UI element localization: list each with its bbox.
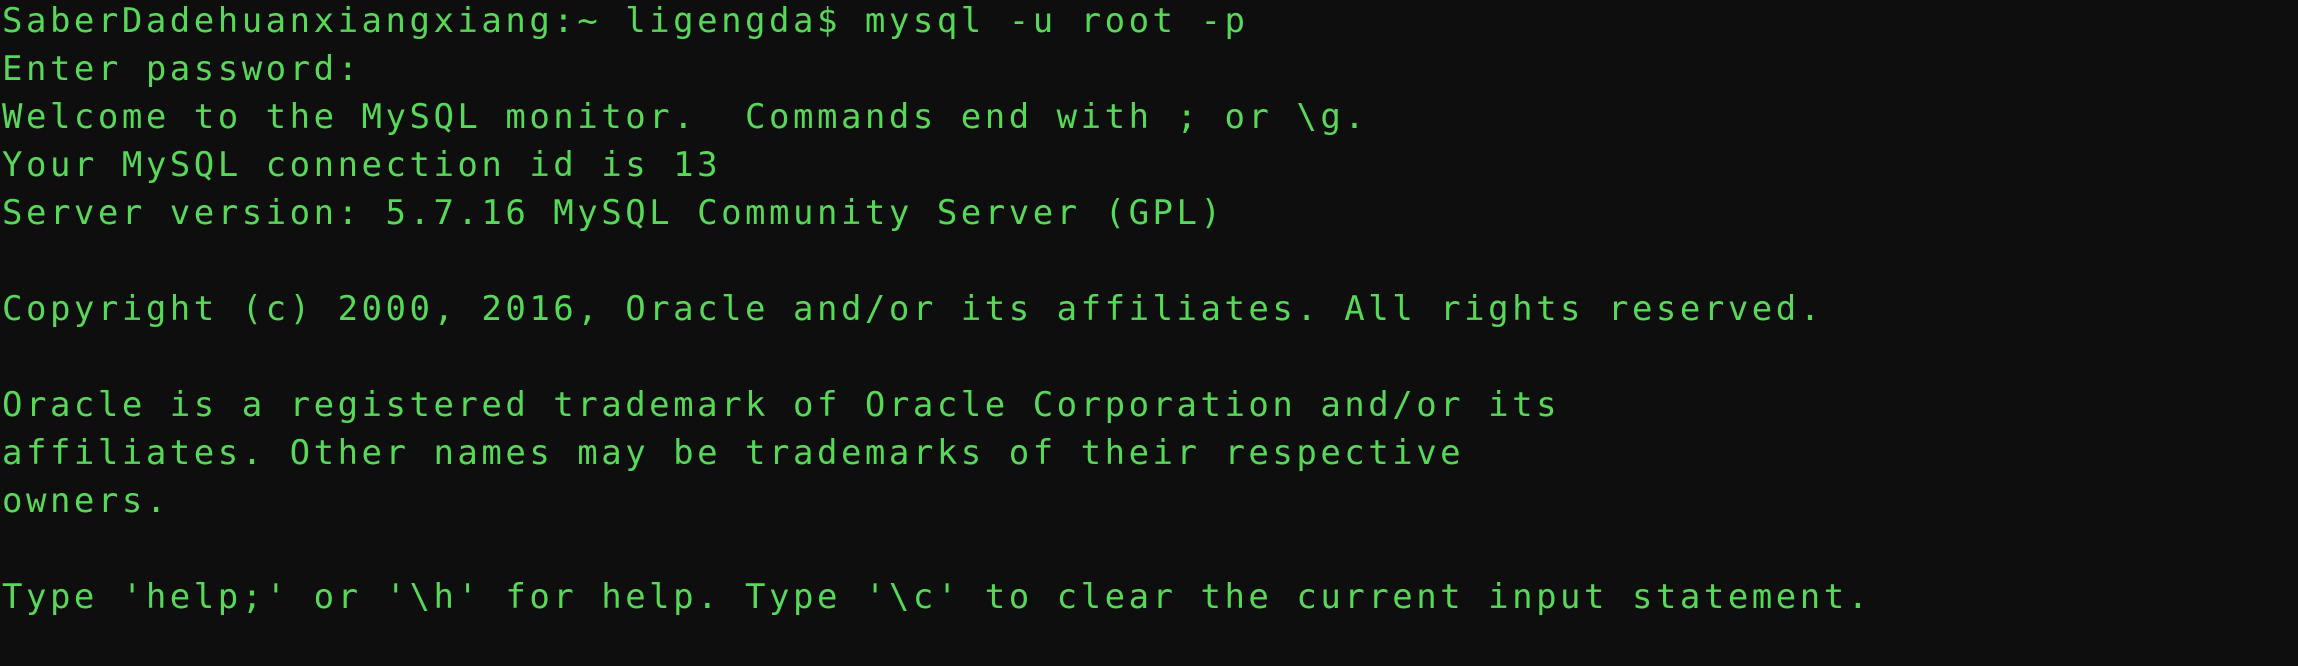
terminal-line-trademark-1: Oracle is a registered trademark of Orac… [2,385,1561,425]
terminal-line-password-prompt: Enter password: [2,49,362,89]
terminal-line-trademark-2: affiliates. Other names may be trademark… [2,433,1465,473]
terminal-line-prompt-command: SaberDadehuanxiangxiang:~ ligengda$ mysq… [2,1,1249,41]
terminal-line-trademark-3: owners. [2,481,170,521]
terminal-line-welcome: Welcome to the MySQL monitor. Commands e… [2,97,1369,137]
terminal-line-server-version: Server version: 5.7.16 MySQL Community S… [2,193,1225,233]
terminal-line-copyright: Copyright (c) 2000, 2016, Oracle and/or … [2,289,1824,329]
terminal-line-connection-id: Your MySQL connection id is 13 [2,145,722,185]
terminal-window[interactable]: SaberDadehuanxiangxiang:~ ligengda$ mysq… [0,0,2298,666]
terminal-line-help-hint: Type 'help;' or '\h' for help. Type '\c'… [2,577,1872,617]
